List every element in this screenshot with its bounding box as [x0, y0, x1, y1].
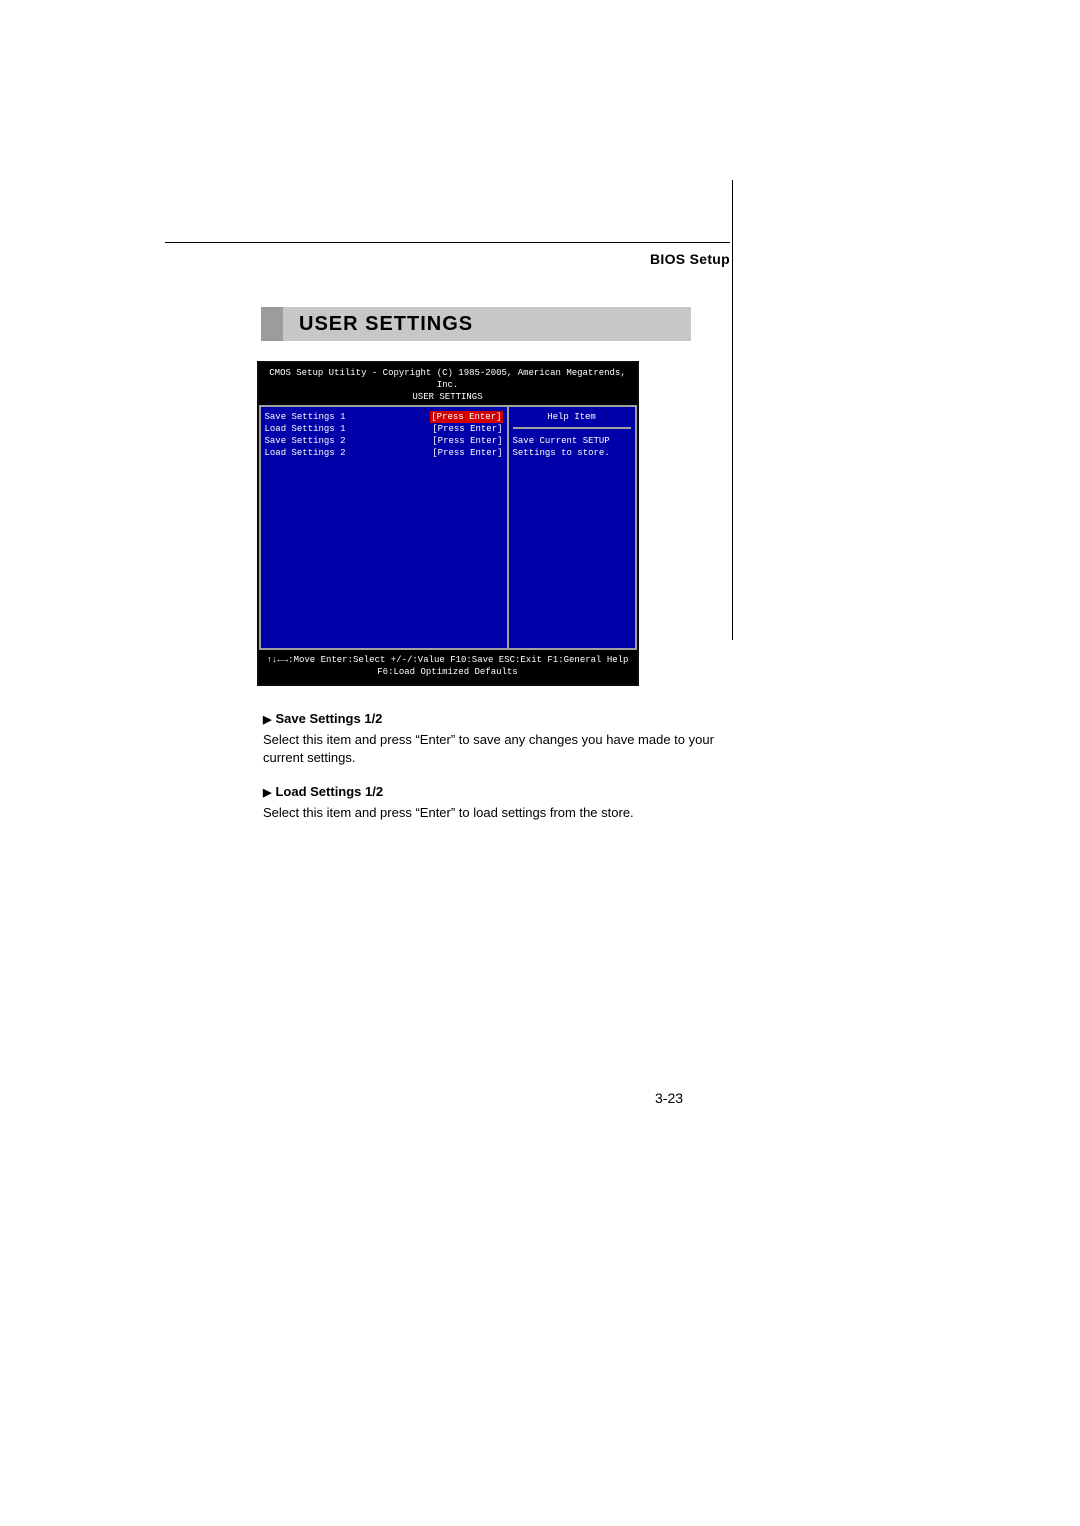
bios-item-save2[interactable]: Save Settings 2 [Press Enter]	[265, 435, 503, 447]
bios-item-value: [Press Enter]	[430, 411, 502, 423]
doc-item-body: Select this item and press “Enter” to sa…	[263, 731, 726, 767]
bios-header: CMOS Setup Utility - Copyright (C) 1985-…	[259, 363, 637, 405]
bios-footer: ↑↓←→:Move Enter:Select +/-/:Value F10:Sa…	[259, 650, 637, 684]
doc-item-title-load: ▶ Load Settings 1/2	[263, 783, 726, 802]
bios-item-label: Save Settings 2	[265, 435, 346, 447]
triangle-right-icon: ▶	[263, 714, 271, 726]
bios-item-save1[interactable]: Save Settings 1 [Press Enter]	[265, 411, 503, 423]
section-title: USER SETTINGS	[299, 307, 473, 341]
bios-item-label: Load Settings 1	[265, 423, 346, 435]
bios-copyright: CMOS Setup Utility - Copyright (C) 1985-…	[261, 367, 635, 391]
bios-item-load2[interactable]: Load Settings 2 [Press Enter]	[265, 447, 503, 459]
bios-item-value: [Press Enter]	[432, 435, 502, 447]
doc-item-body: Select this item and press “Enter” to lo…	[263, 804, 726, 822]
bios-item-label: Save Settings 1	[265, 411, 346, 423]
title-accent	[261, 307, 283, 341]
bios-settings-panel: Save Settings 1 [Press Enter] Load Setti…	[261, 407, 507, 648]
bios-screenshot: CMOS Setup Utility - Copyright (C) 1985-…	[257, 361, 639, 686]
bios-body: Save Settings 1 [Press Enter] Load Setti…	[259, 405, 637, 650]
triangle-right-icon: ▶	[263, 787, 271, 799]
bios-help-panel: Help Item Save Current SETUP Settings to…	[507, 407, 635, 648]
doc-item-title-text: Load Settings 1/2	[275, 784, 383, 799]
bios-footer-keys: F6:Load Optimized Defaults	[261, 666, 635, 678]
header-rule	[165, 242, 730, 243]
bios-help-text: Save Current SETUP	[513, 435, 631, 447]
document-page: BIOS Setup USER SETTINGS CMOS Setup Util…	[165, 180, 730, 822]
bios-help-text: Settings to store.	[513, 447, 631, 459]
bios-item-value: [Press Enter]	[432, 423, 502, 435]
bios-item-load1[interactable]: Load Settings 1 [Press Enter]	[265, 423, 503, 435]
bios-help-title: Help Item	[513, 411, 631, 429]
header-label: BIOS Setup	[165, 251, 730, 267]
vertical-rule	[732, 180, 733, 640]
section-title-block: USER SETTINGS	[261, 307, 691, 341]
bios-item-label: Load Settings 2	[265, 447, 346, 459]
bios-screen-title: USER SETTINGS	[261, 391, 635, 403]
document-body: ▶ Save Settings 1/2 Select this item and …	[165, 710, 730, 822]
bios-footer-keys: ↑↓←→:Move Enter:Select +/-/:Value F10:Sa…	[261, 654, 635, 666]
doc-item-title-save: ▶ Save Settings 1/2	[263, 710, 726, 729]
bios-item-value: [Press Enter]	[432, 447, 502, 459]
page-number: 3-23	[655, 1090, 683, 1106]
doc-item-title-text: Save Settings 1/2	[275, 711, 382, 726]
